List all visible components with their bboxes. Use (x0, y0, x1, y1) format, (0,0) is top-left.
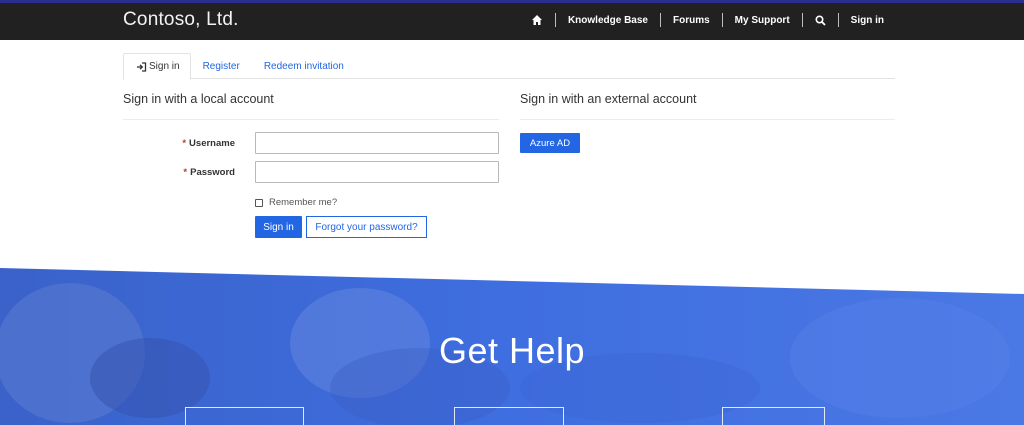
local-account-heading: Sign in with a local account (123, 92, 274, 106)
sign-in-button[interactable]: Sign in (255, 216, 302, 238)
auth-tabs: Sign in Register Redeem invitation (123, 53, 895, 80)
search-icon (815, 14, 826, 26)
external-account-divider (520, 119, 895, 120)
sign-in-icon (136, 61, 147, 72)
username-label-text: Username (189, 138, 235, 149)
username-input[interactable] (255, 132, 499, 154)
main-nav: Knowledge Base Forums My Support Sign in (519, 0, 896, 40)
required-marker: * (183, 167, 188, 178)
nav-forums[interactable]: Forums (661, 13, 722, 27)
nav-search[interactable] (803, 13, 838, 27)
forgot-password-button[interactable]: Forgot your password? (306, 216, 427, 238)
azure-ad-button[interactable]: Azure AD (520, 133, 580, 153)
username-label: * Username (115, 138, 235, 149)
hero-card-3[interactable] (722, 407, 825, 425)
hero-title: Get Help (438, 330, 586, 371)
remember-me[interactable]: Remember me? (255, 197, 337, 208)
tab-sign-in[interactable]: Sign in (123, 53, 191, 80)
external-account-heading: Sign in with an external account (520, 92, 697, 106)
top-nav-bar: Contoso, Ltd. Knowledge Base Forums My S… (0, 0, 1024, 40)
password-label-text: Password (190, 167, 235, 178)
password-input[interactable] (255, 161, 499, 183)
hero-card-1[interactable] (185, 407, 304, 425)
remember-me-label: Remember me? (269, 197, 338, 208)
nav-my-support[interactable]: My Support (723, 13, 802, 27)
tab-register[interactable]: Register (191, 53, 252, 79)
tab-redeem-invitation[interactable]: Redeem invitation (252, 53, 356, 79)
local-account-divider (123, 119, 499, 120)
home-icon (531, 14, 543, 26)
nav-sign-in[interactable]: Sign in (839, 13, 896, 27)
tab-sign-in-label: Sign in (149, 61, 180, 72)
required-marker: * (182, 138, 187, 149)
brand-logo-text[interactable]: Contoso, Ltd. (123, 9, 239, 31)
nav-knowledge-base[interactable]: Knowledge Base (556, 13, 660, 27)
hero-card-2[interactable] (454, 407, 564, 425)
password-label: * Password (115, 167, 235, 178)
nav-home[interactable] (519, 13, 555, 27)
remember-me-checkbox[interactable] (255, 198, 263, 207)
